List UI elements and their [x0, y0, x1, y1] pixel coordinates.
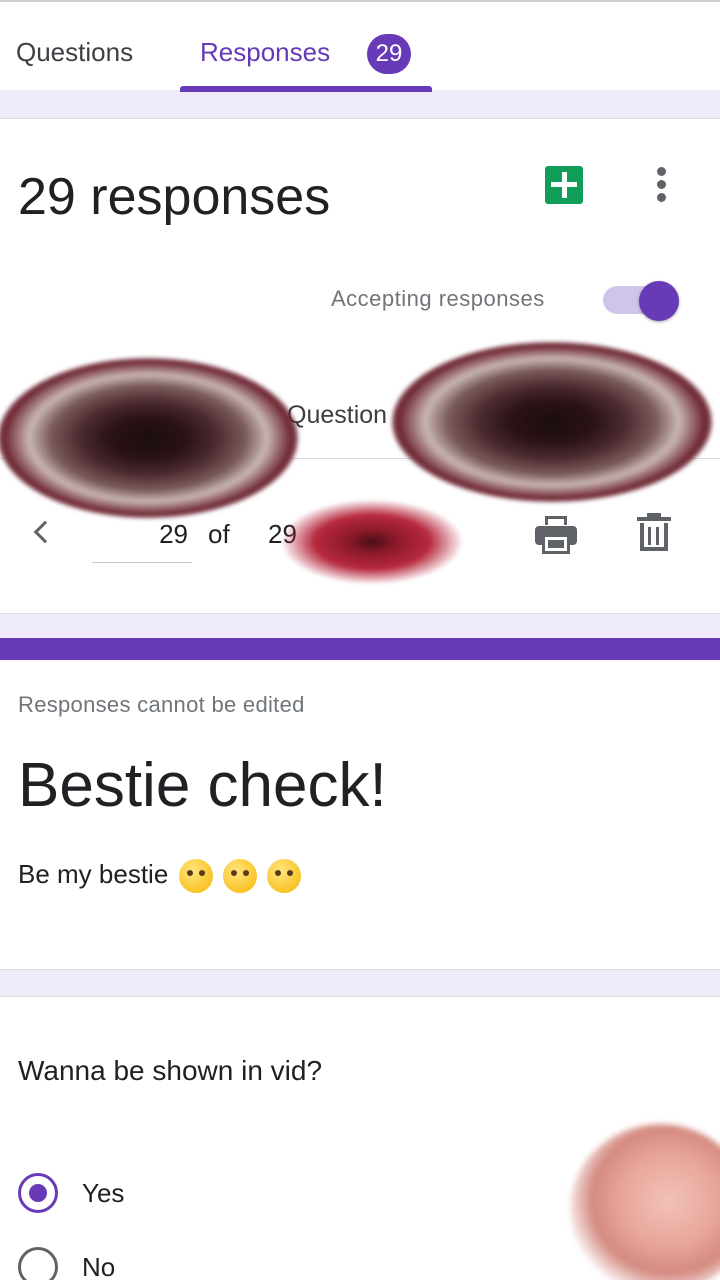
- delete-icon[interactable]: [637, 513, 671, 553]
- chevron-left-icon[interactable]: [28, 515, 56, 551]
- response-total: 29: [268, 519, 297, 549]
- tab-summary[interactable]: Su: [32, 399, 63, 431]
- smiling-hearts-emoji-icon: [178, 859, 213, 894]
- form-title: Bestie check!: [18, 751, 387, 820]
- option-label: No: [82, 1252, 116, 1280]
- option-label: Yes: [82, 1178, 125, 1208]
- question-card: Wanna be shown in vid? Yes No: [0, 996, 720, 1280]
- accepting-responses-label: Accepting responses: [331, 286, 545, 311]
- winking-tongue-emoji-icon: [267, 859, 301, 894]
- tab-responses[interactable]: Responses: [200, 36, 330, 68]
- response-navigation: 29 of 29: [0, 499, 720, 569]
- of-label: of: [208, 519, 230, 549]
- tab-individual[interactable]: l: [530, 399, 536, 431]
- form-accent-bar: [0, 638, 720, 660]
- response-view-tabs: Su Question l: [0, 371, 720, 459]
- responses-count-badge: 29: [367, 34, 411, 74]
- tab-questions[interactable]: Questions: [16, 36, 133, 68]
- question-text: Wanna be shown in vid?: [18, 1055, 323, 1086]
- form-description-text: Be my bestie: [18, 859, 169, 889]
- form-description: Be my bestie: [18, 855, 301, 894]
- heart-eyes-emoji-icon: [222, 859, 257, 894]
- response-index-input[interactable]: 29: [92, 505, 192, 563]
- responses-count-title: 29 responses: [18, 168, 331, 226]
- tab-question[interactable]: Question: [287, 399, 387, 431]
- active-tab-indicator: [180, 86, 432, 92]
- toggle-thumb: [639, 281, 679, 321]
- responses-summary-card: 29 responses Accepting responses Su Ques…: [0, 118, 720, 614]
- responses-locked-note: Responses cannot be edited: [18, 692, 305, 717]
- tab-bar: Questions Responses 29: [0, 0, 720, 92]
- accepting-responses-toggle[interactable]: [603, 281, 681, 321]
- sheets-icon[interactable]: [545, 166, 583, 204]
- radio-unchecked-icon: [18, 1247, 58, 1280]
- radio-checked-icon: [18, 1173, 58, 1213]
- form-header-card: Responses cannot be edited Bestie check!…: [0, 638, 720, 970]
- print-icon[interactable]: [535, 515, 579, 555]
- more-vert-icon[interactable]: [650, 165, 674, 205]
